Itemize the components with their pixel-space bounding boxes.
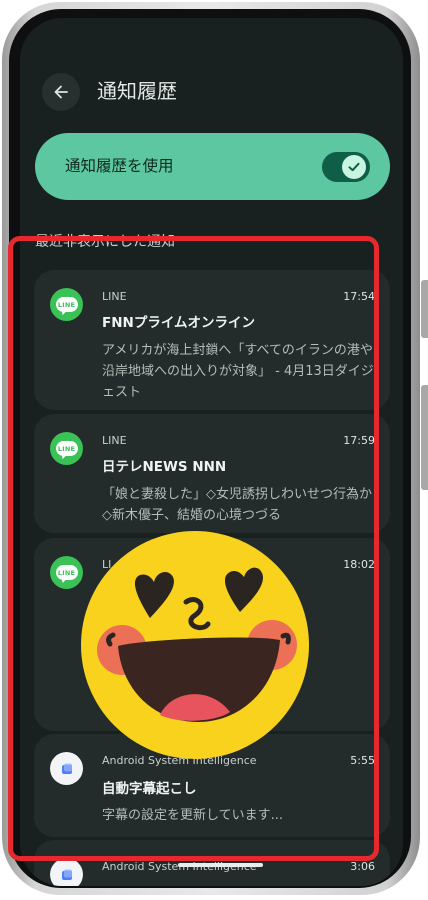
volume-button <box>421 280 428 338</box>
page-title: 通知履歴 <box>97 79 177 103</box>
back-button[interactable] <box>42 73 80 111</box>
android-system-intelligence-icon <box>50 858 83 886</box>
back-arrow-icon <box>54 85 68 99</box>
toggle-label: 通知履歴を使用 <box>65 157 174 175</box>
notification-history-switch[interactable] <box>322 152 370 182</box>
switch-knob <box>342 155 366 179</box>
smiling-face-with-heart-eyes-icon <box>81 531 309 759</box>
use-notification-history-toggle-row[interactable]: 通知履歴を使用 <box>35 133 390 200</box>
power-button <box>421 385 428 490</box>
check-icon <box>348 162 360 172</box>
home-indicator[interactable] <box>178 863 263 867</box>
